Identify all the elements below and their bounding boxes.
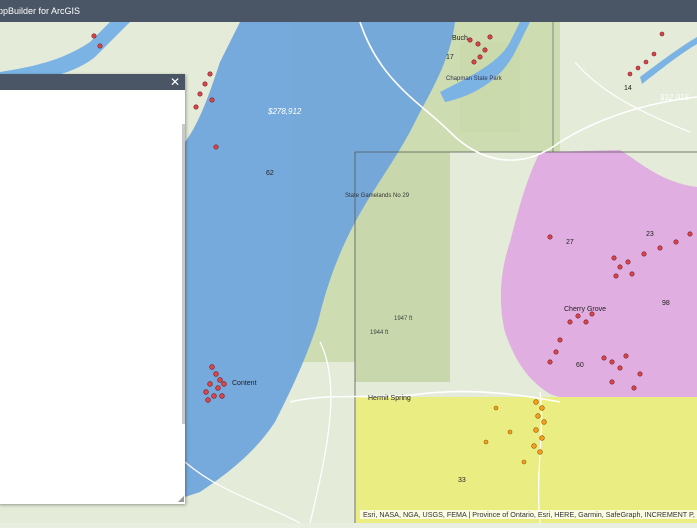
label-buch: Buch — [452, 35, 468, 42]
panel-scrollbar[interactable] — [182, 124, 185, 424]
map-point — [627, 71, 633, 77]
yellow-region — [355, 397, 697, 523]
map-point — [221, 381, 227, 387]
map-point — [97, 43, 103, 49]
map-point — [213, 371, 219, 377]
map-point — [537, 449, 543, 455]
label-price-topright: $12,915 — [659, 93, 689, 102]
label-route-23: 23 — [646, 231, 654, 238]
map-point — [539, 435, 545, 441]
map-attribution: Esri, NASA, NGA, USGS, FEMA | Province o… — [360, 510, 697, 519]
map-point — [575, 313, 581, 319]
label-gamelands: State Gamelands No 29 — [345, 193, 410, 199]
map-point — [609, 379, 615, 385]
label-elev-1944: 1944 ft — [370, 330, 389, 336]
map-point — [631, 385, 637, 391]
map-point — [623, 353, 629, 359]
map-point — [483, 439, 489, 445]
map-point — [535, 413, 541, 419]
map-point — [533, 427, 539, 433]
map-point — [209, 364, 215, 370]
map-point — [617, 264, 623, 270]
close-icon[interactable]: ✕ — [170, 75, 180, 89]
map-point — [91, 33, 97, 39]
map-point — [197, 91, 203, 97]
label-content: Content — [232, 380, 257, 387]
map-point — [613, 273, 619, 279]
map-point — [687, 231, 693, 237]
map-point — [507, 429, 513, 435]
map-point — [617, 365, 623, 371]
map-point — [493, 405, 499, 411]
map-point — [213, 144, 219, 150]
map-point — [547, 234, 553, 240]
map-point — [643, 59, 649, 65]
map-point — [207, 71, 213, 77]
map-point — [567, 319, 573, 325]
map-point — [471, 59, 477, 65]
side-panel: ✕ ◢ — [0, 74, 185, 504]
map-point — [217, 377, 223, 383]
map-point — [521, 459, 527, 465]
map-point — [557, 337, 563, 343]
label-route-27: 27 — [566, 239, 574, 246]
map-point — [673, 239, 679, 245]
map-point — [601, 355, 607, 361]
label-route-60: 60 — [576, 362, 584, 369]
map-point — [202, 81, 208, 87]
map-point — [533, 399, 539, 405]
panel-header: ✕ — [0, 74, 185, 90]
map-point — [539, 405, 545, 411]
map-point — [659, 31, 665, 37]
map-point — [641, 251, 647, 257]
pink-region — [500, 150, 697, 409]
label-route-17: 17 — [446, 54, 454, 61]
map-point — [657, 245, 663, 251]
map-point — [541, 419, 547, 425]
map-point — [482, 47, 488, 53]
map-point — [629, 271, 635, 277]
map-point — [553, 349, 559, 355]
map-point — [611, 255, 617, 261]
label-route-33: 33 — [458, 477, 466, 484]
map-point — [635, 65, 641, 71]
map-point — [547, 359, 553, 365]
map-point — [209, 97, 215, 103]
map-point — [203, 389, 209, 395]
label-price-blue: $278,912 — [267, 107, 302, 116]
resize-handle-icon[interactable]: ◢ — [178, 494, 184, 503]
map-point — [467, 37, 473, 43]
map-point — [207, 381, 213, 387]
map-point — [193, 104, 199, 110]
map-point — [651, 51, 657, 57]
app-title: ppBuilder for ArcGIS — [0, 6, 81, 16]
map-point — [487, 34, 493, 40]
map-point — [625, 259, 631, 265]
label-cherry: Cherry Grove — [564, 306, 606, 313]
map-point — [583, 319, 589, 325]
label-hermit: Hermit Spring — [368, 395, 411, 402]
map-point — [215, 385, 221, 391]
map-point — [205, 397, 211, 403]
map-point — [477, 54, 483, 60]
label-route-98: 98 — [662, 300, 670, 307]
map-point — [211, 393, 217, 399]
label-elev-1947: 1947 ft — [394, 316, 413, 322]
map-point — [637, 371, 643, 377]
label-route-14: 14 — [624, 85, 632, 92]
map-point — [219, 393, 225, 399]
map-point — [531, 443, 537, 449]
label-route-62: 62 — [266, 170, 274, 177]
app-header: ppBuilder for ArcGIS — [0, 0, 697, 22]
map-point — [475, 41, 481, 47]
label-chapman: Chapman State Park — [446, 76, 503, 82]
map-point — [609, 359, 615, 365]
